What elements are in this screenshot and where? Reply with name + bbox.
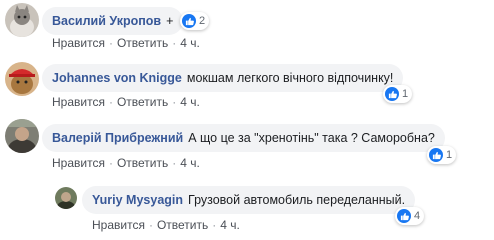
reaction-count[interactable]: 2 — [180, 12, 210, 30]
timestamp[interactable]: 4 ч. — [180, 156, 200, 170]
separator: · — [172, 156, 177, 170]
avatar[interactable] — [5, 62, 39, 96]
reaction-number: 1 — [446, 149, 453, 161]
avatar[interactable] — [55, 187, 77, 209]
comment-author[interactable]: Валерій Прибрежний — [52, 130, 183, 146]
like-link[interactable]: Нравится — [52, 95, 105, 109]
comment-actions: Нравится · Ответить · 4 ч. — [52, 95, 200, 109]
reaction-count[interactable]: 1 — [427, 146, 457, 164]
comment-actions: Нравится · Ответить · 4 ч. — [92, 218, 240, 232]
reaction-number: 4 — [414, 210, 421, 222]
comment-actions: Нравится · Ответить · 4 ч. — [52, 156, 200, 170]
separator: · — [148, 218, 153, 232]
thumbs-up-icon — [397, 209, 411, 223]
like-link[interactable]: Нравится — [52, 36, 105, 50]
separator: · — [172, 36, 177, 50]
comment-text: + — [166, 14, 174, 28]
comment-bubble: Johannes von Knigge мокшам легкого вічно… — [42, 64, 404, 92]
separator: · — [108, 156, 113, 170]
like-link[interactable]: Нравится — [52, 156, 105, 170]
avatar[interactable] — [5, 119, 39, 153]
reply-link[interactable]: Ответить — [157, 218, 208, 232]
thumbs-up-icon — [182, 14, 196, 28]
timestamp[interactable]: 4 ч. — [180, 36, 200, 50]
comment-text: А що це за "хренотінь" така ? Саморобна? — [188, 131, 435, 145]
comment-bubble: Василий Укропов + — [42, 7, 184, 35]
comment-text: мокшам легкого вічного відпочинку! — [186, 71, 394, 85]
separator: · — [108, 36, 113, 50]
comment-bubble: Yuriy Mysyagin Грузовой автомобиль перед… — [82, 186, 416, 214]
thumbs-up-icon — [429, 148, 443, 162]
comment-author[interactable]: Johannes von Knigge — [52, 70, 182, 86]
timestamp[interactable]: 4 ч. — [220, 218, 240, 232]
reply-link[interactable]: Ответить — [117, 36, 168, 50]
comment-author[interactable]: Yuriy Mysyagin — [92, 192, 183, 208]
reaction-count[interactable]: 4 — [395, 207, 425, 225]
reaction-number: 1 — [402, 88, 409, 100]
reaction-count[interactable]: 1 — [383, 85, 413, 103]
timestamp[interactable]: 4 ч. — [180, 95, 200, 109]
separator: · — [108, 95, 113, 109]
comment-author[interactable]: Василий Укропов — [52, 13, 161, 29]
comment-bubble: Валерій Прибрежний А що це за "хренотінь… — [42, 124, 445, 152]
reaction-number: 2 — [199, 15, 206, 27]
comment-text: Грузовой автомобиль переделанный. — [188, 193, 406, 207]
comment-actions: Нравится · Ответить · 4 ч. — [52, 36, 200, 50]
avatar[interactable] — [5, 3, 39, 37]
separator: · — [172, 95, 177, 109]
reply-link[interactable]: Ответить — [117, 95, 168, 109]
thumbs-up-icon — [385, 87, 399, 101]
like-link[interactable]: Нравится — [92, 218, 145, 232]
reply-link[interactable]: Ответить — [117, 156, 168, 170]
separator: · — [212, 218, 217, 232]
